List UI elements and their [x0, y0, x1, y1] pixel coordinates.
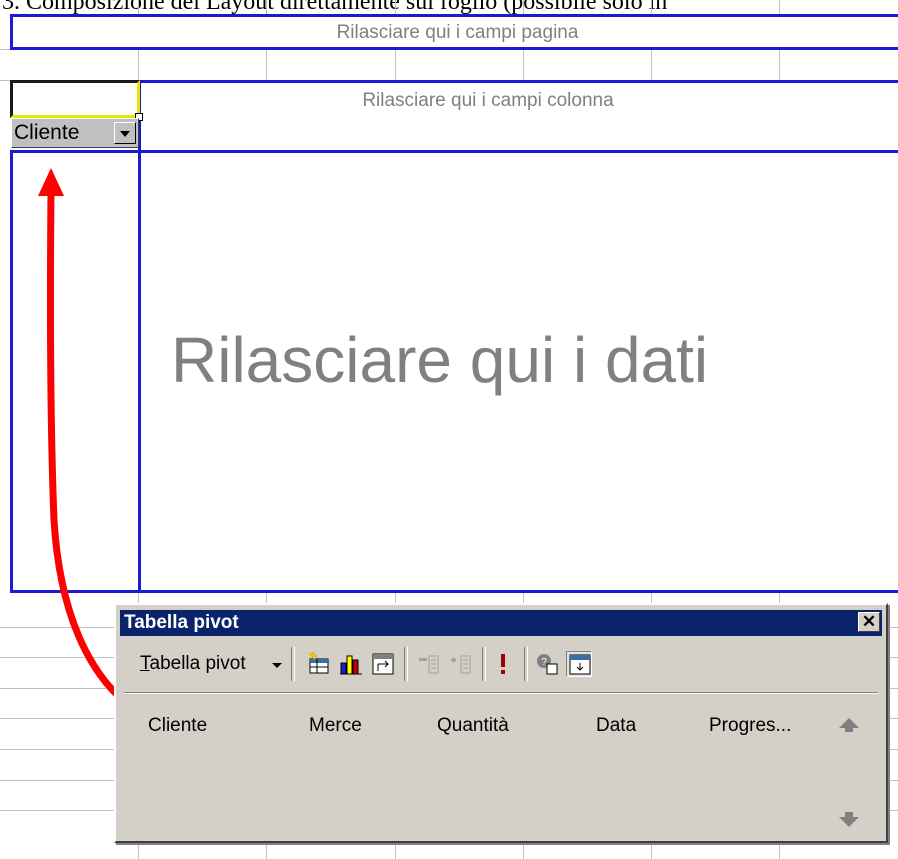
toolbar-separator: [524, 647, 528, 681]
hide-detail-button[interactable]: [416, 651, 442, 677]
toolbar-title: Tabella pivot: [124, 612, 239, 633]
row-fields-drop-area[interactable]: [10, 150, 141, 593]
field-button-merce[interactable]: Merce: [309, 715, 362, 737]
format-report-button[interactable]: [306, 651, 332, 677]
toolbar-divider: [124, 692, 878, 694]
scroll-up-icon[interactable]: [839, 718, 859, 732]
field-settings-button[interactable]: ?: [534, 651, 560, 677]
field-button-cliente[interactable]: Cliente: [148, 715, 207, 737]
page-fields-drop-area[interactable]: Rilasciare qui i campi pagina: [10, 14, 898, 50]
show-detail-icon: [451, 655, 471, 674]
display-fields-icon: [569, 654, 591, 675]
close-button[interactable]: ✕: [858, 612, 880, 632]
chart-wizard-button[interactable]: [338, 651, 364, 677]
show-detail-button[interactable]: [448, 651, 474, 677]
toolbar-title-bar[interactable]: Tabella pivot ✕: [120, 610, 882, 636]
toolbar-separator: [291, 647, 295, 681]
toolbar-separator: [482, 647, 486, 681]
dropdown-arrow-icon[interactable]: [114, 122, 136, 144]
field-button-progressivo[interactable]: Progres...: [709, 715, 791, 737]
data-drop-area[interactable]: Rilasciare qui i dati: [138, 150, 898, 593]
menu-mnemonic: T: [140, 653, 150, 674]
close-icon: ✕: [861, 612, 877, 631]
page-fields-drop-label: Rilasciare qui i campi pagina: [336, 22, 579, 43]
pivot-table-toolbar[interactable]: Tabella pivot ✕ Tabella pivot ? Cliente …: [114, 603, 888, 843]
toolbar-separator: [404, 647, 408, 681]
pivot-table-menu-button[interactable]: Tabella pivot: [140, 653, 246, 675]
field-button-data[interactable]: Data: [596, 715, 636, 737]
display-fields-button[interactable]: [566, 651, 592, 677]
scroll-down-icon[interactable]: [839, 812, 859, 827]
pivot-wizard-button[interactable]: [370, 651, 396, 677]
menu-label-rest: abella pivot: [149, 653, 246, 674]
row-field-button-cliente[interactable]: Cliente: [11, 118, 139, 148]
refresh-data-button[interactable]: [490, 651, 516, 677]
chart-wizard-icon: [340, 655, 362, 675]
hide-detail-icon: [419, 655, 439, 674]
column-fields-drop-label: Rilasciare qui i campi colonna: [362, 90, 614, 111]
refresh-data-icon: [501, 654, 505, 674]
svg-text:?: ?: [541, 657, 547, 668]
active-cell[interactable]: [10, 80, 140, 118]
column-fields-drop-area[interactable]: Rilasciare qui i campi colonna: [138, 80, 898, 153]
chevron-down-icon[interactable]: [272, 663, 282, 668]
data-drop-label: Rilasciare qui i dati: [171, 324, 709, 396]
pivot-wizard-icon: [372, 653, 394, 675]
field-settings-icon: ?: [537, 654, 558, 675]
row-field-label: Cliente: [14, 121, 80, 144]
format-report-icon: [308, 651, 329, 674]
field-button-quantita[interactable]: Quantità: [437, 715, 509, 737]
